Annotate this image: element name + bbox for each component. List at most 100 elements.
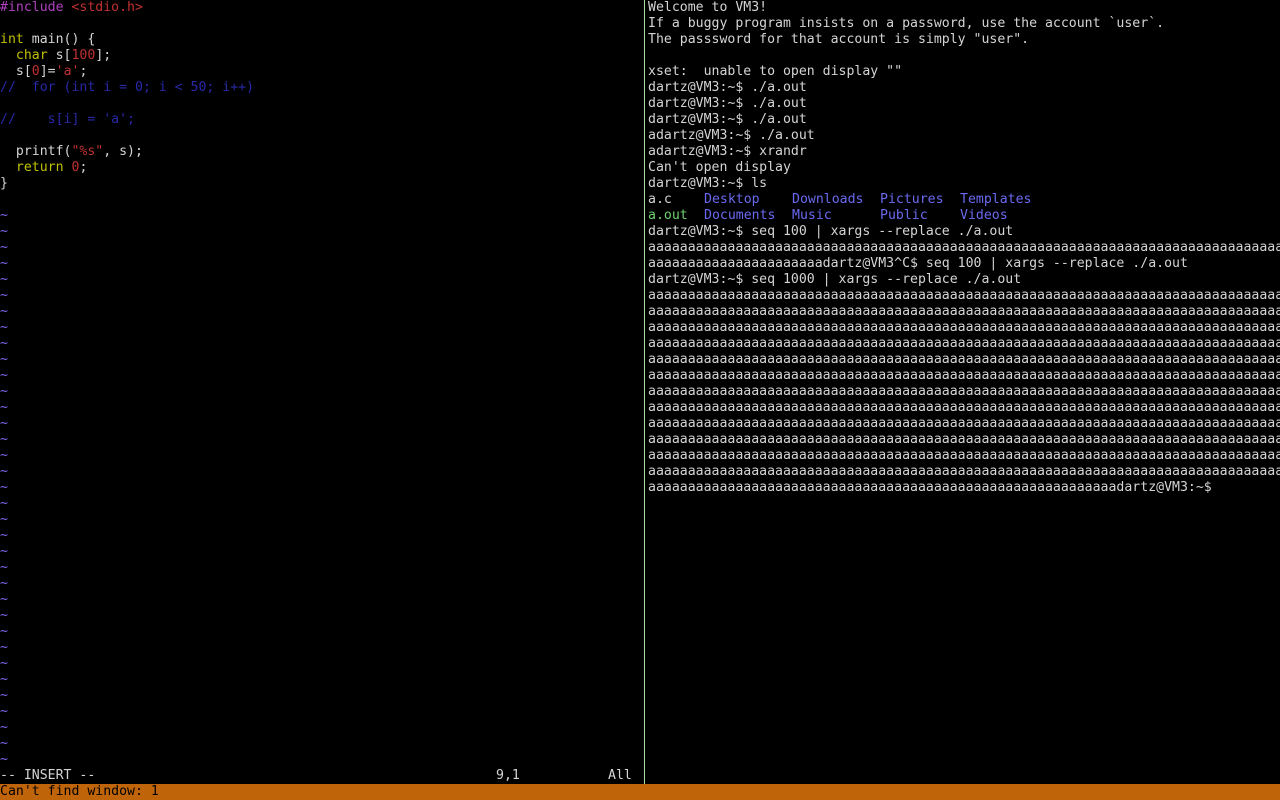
tilde-marker: ~: [0, 400, 8, 415]
tilde-marker: ~: [0, 208, 8, 223]
terminal-output-line: aaaaaaaaaaaaaaaaaaaaaaaaaaaaaaaaaaaaaaaa…: [648, 320, 1280, 335]
code-text: printf(: [15, 144, 72, 159]
tilde-marker: ~: [0, 704, 8, 719]
tilde-marker: ~: [0, 576, 8, 591]
string-literal: "%s": [71, 144, 104, 159]
terminal-output-line: aaaaaaaaaaaaaaaaaaaaaaaaaaaaaaaaaaaaaaaa…: [648, 304, 1280, 319]
tilde-marker: ~: [0, 720, 8, 735]
directory-entry: Documents: [704, 208, 776, 223]
status-bar: Can't find window: 1: [0, 784, 1280, 800]
type-keyword: char: [15, 48, 48, 63]
code-line-8: // s[i] = 'a';: [0, 112, 135, 127]
tilde-marker: ~: [0, 304, 8, 319]
tilde-marker: ~: [0, 624, 8, 639]
tilde-marker: ~: [0, 432, 8, 447]
type-keyword: int: [0, 32, 24, 47]
code-line-5: s[0]='a';: [0, 64, 643, 80]
tilde-marker: ~: [0, 288, 8, 303]
tilde-marker: ~: [0, 736, 8, 751]
tilde-marker: ~: [0, 544, 8, 559]
directory-entry: Pictures: [880, 192, 944, 207]
terminal-output-line: aaaaaaaaaaaaaaaaaaaaaaaaaaaaaaaaaaaaaaaa…: [648, 368, 1280, 383]
code-text: ]=: [39, 64, 56, 79]
tilde-marker: ~: [0, 752, 8, 767]
return-keyword: return: [15, 160, 64, 175]
ls-output-row: a.out Documents Music Public Videos: [648, 208, 1280, 224]
terminal-pane[interactable]: Welcome to VM3! If a buggy program insis…: [648, 0, 1280, 784]
terminal-output-line: aaaaaaaaaaaaaaaaaaaaaaaaaaaaaaaaaaaaaaaa…: [648, 400, 1280, 415]
terminal-line: dartz@VM3:~$ seq 100 | xargs --replace .…: [648, 224, 1014, 239]
tilde-marker: ~: [0, 512, 8, 527]
code-line-4: char s[100];: [0, 48, 643, 64]
tilde-marker: ~: [0, 464, 8, 479]
insert-mode-indicator: -- INSERT --: [0, 768, 96, 783]
file-entry: a.c: [648, 192, 672, 207]
terminal-line: dartz@VM3:~$ seq 1000 | xargs --replace …: [648, 272, 1022, 287]
code-text: s[: [47, 48, 72, 63]
vim-editor-pane[interactable]: #include <stdio.h> int main() { char s[1…: [0, 0, 643, 784]
tilde-marker: ~: [0, 560, 8, 575]
terminal-line: The passsword for that account is simply…: [648, 32, 1030, 47]
terminal-line: adartz@VM3:~$ ./a.out: [648, 128, 815, 143]
ls-output-row: a.c Desktop Downloads Pictures Templates: [648, 192, 1280, 208]
tilde-marker: ~: [0, 272, 8, 287]
terminal-line: dartz@VM3:~$ ./a.out: [648, 96, 807, 111]
code-text: main() {: [23, 32, 96, 47]
tilde-marker: ~: [0, 416, 8, 431]
tilde-marker: ~: [0, 240, 8, 255]
empty-line-markers: ~ ~ ~ ~ ~ ~ ~ ~ ~ ~ ~ ~ ~ ~ ~ ~ ~ ~ ~ ~ ~ ~ ~ ~ ~ ~ ~ ~ ~ ~ ~ ~ ~ ~ ~: [0, 208, 20, 768]
code-line-11: return 0;: [0, 160, 643, 176]
code-line-3: int main() {: [0, 32, 643, 48]
terminal-output-line: aaaaaaaaaaaaaaaaaaaaaaaaaaaaaaaaaaaaaaaa…: [648, 336, 1280, 351]
executable-entry: a.out: [648, 208, 688, 223]
tilde-marker: ~: [0, 528, 8, 543]
terminal-line: dartz@VM3:~$ ./a.out: [648, 80, 807, 95]
tilde-marker: ~: [0, 688, 8, 703]
code-text: ];: [95, 48, 112, 63]
code-line-6: // for (int i = 0; i < 50; i++): [0, 80, 255, 95]
tilde-marker: ~: [0, 368, 8, 383]
terminal-prompt-line[interactable]: aaaaaaaaaaaaaaaaaaaaaaaaaaaaaaaaaaaaaaaa…: [648, 480, 1280, 496]
terminal-output-line: aaaaaaaaaaaaaaaaaaaaaaaaaaaaaaaaaaaaaaaa…: [648, 448, 1280, 463]
terminal-line: aaaaaaaaaaaaaaaaaaaaaaaaaaaaaaaaaaaaaaaa…: [648, 240, 1280, 255]
tilde-marker: ~: [0, 672, 8, 687]
tilde-marker: ~: [0, 496, 8, 511]
char-literal: 'a': [55, 64, 80, 79]
cursor-position: 9,1: [496, 768, 520, 783]
code-text: ;: [79, 160, 88, 175]
pane-divider[interactable]: [644, 0, 645, 784]
code-line-1: #include <stdio.h>: [0, 0, 643, 16]
tilde-marker: ~: [0, 480, 8, 495]
terminal-line: dartz@VM3:~$ ./a.out: [648, 112, 807, 127]
terminal-output-line: aaaaaaaaaaaaaaaaaaaaaaaaaaaaaaaaaaaaaaaa…: [648, 288, 1280, 303]
code-line-12: }: [0, 176, 8, 191]
tilde-marker: ~: [0, 448, 8, 463]
terminal-line: dartz@VM3:~$ ls: [648, 176, 768, 191]
tilde-marker: ~: [0, 320, 8, 335]
directory-entry: Music: [792, 208, 832, 223]
tilde-marker: ~: [0, 608, 8, 623]
preprocessor-directive: #include: [0, 0, 72, 15]
directory-entry: Videos: [960, 208, 1008, 223]
terminal-line: Welcome to VM3!: [648, 0, 768, 15]
terminal-line: aaaaaaaaaaaaaaaaaaaaaadartz@VM3^C$ seq 1…: [648, 256, 1188, 271]
tilde-marker: ~: [0, 592, 8, 607]
header-name: <stdio.h>: [71, 0, 143, 15]
directory-entry: Public: [880, 208, 928, 223]
status-message: Can't find window: 1: [0, 784, 159, 799]
code-text: , s);: [103, 144, 143, 159]
directory-entry: Desktop: [704, 192, 760, 207]
terminal-line: Can't open display: [648, 160, 791, 175]
tilde-marker: ~: [0, 384, 8, 399]
scroll-indicator: All: [608, 768, 632, 783]
tilde-marker: ~: [0, 336, 8, 351]
terminal-output-line: aaaaaaaaaaaaaaaaaaaaaaaaaaaaaaaaaaaaaaaa…: [648, 384, 1280, 399]
vim-mode-line: -- INSERT -- 9,1 All: [0, 768, 643, 784]
tilde-marker: ~: [0, 640, 8, 655]
code-text: s[: [15, 64, 32, 79]
terminal-line: If a buggy program insists on a password…: [648, 16, 1165, 31]
code-buffer[interactable]: #include <stdio.h> int main() { char s[1…: [0, 0, 643, 192]
